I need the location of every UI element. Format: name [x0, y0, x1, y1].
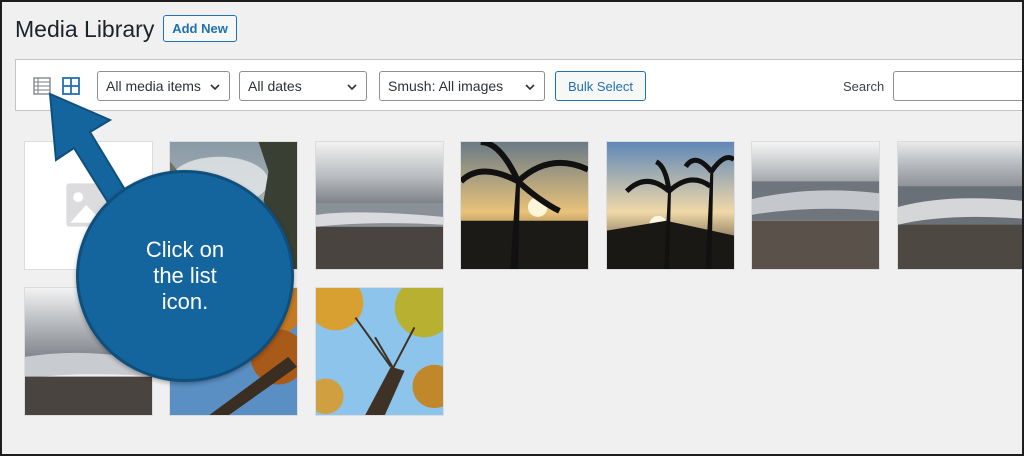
thumbnail-palm-sunset-1 — [461, 142, 588, 269]
smush-filter[interactable]: Smush: All images — [379, 71, 545, 101]
media-toolbar: All media items All dates Smush: All ima… — [15, 59, 1022, 111]
chevron-down-icon — [347, 84, 357, 91]
thumbnail-palm-sunset-2 — [607, 142, 734, 269]
page-title: Media Library — [15, 16, 155, 42]
thumbnail-beach-waves-1 — [316, 142, 443, 269]
thumbnail-autumn-tree-2 — [316, 288, 443, 415]
media-item-palm-sunset-2[interactable] — [606, 141, 735, 270]
media-library-page: Media Library Add New All media items Al… — [2, 2, 1022, 454]
media-item-beach-waves-3[interactable] — [897, 141, 1022, 270]
media-type-filter-value: All media items — [106, 78, 201, 94]
media-item-beach-waves-1[interactable] — [315, 141, 444, 270]
media-type-filter[interactable]: All media items — [97, 71, 230, 101]
search-input[interactable] — [893, 71, 1022, 101]
add-new-button[interactable]: Add New — [163, 15, 237, 42]
thumbnail-beach-waves-3 — [898, 142, 1022, 269]
smush-filter-value: Smush: All images — [388, 78, 504, 94]
media-item-palm-sunset-1[interactable] — [460, 141, 589, 270]
callout-text: Click on the list icon. — [145, 237, 225, 314]
bulk-select-button[interactable]: Bulk Select — [555, 71, 646, 101]
thumbnail-beach-waves-2 — [752, 142, 879, 269]
search-label: Search — [843, 79, 885, 94]
date-filter[interactable]: All dates — [239, 71, 367, 101]
media-item-autumn-tree-2[interactable] — [315, 287, 444, 416]
grid-view-icon[interactable] — [61, 76, 81, 96]
chevron-down-icon — [525, 84, 535, 91]
instruction-callout: Click on the list icon. — [76, 170, 294, 382]
media-item-beach-waves-2[interactable] — [751, 141, 880, 270]
date-filter-value: All dates — [248, 78, 302, 94]
chevron-down-icon — [210, 84, 220, 91]
list-view-icon[interactable] — [32, 76, 52, 96]
